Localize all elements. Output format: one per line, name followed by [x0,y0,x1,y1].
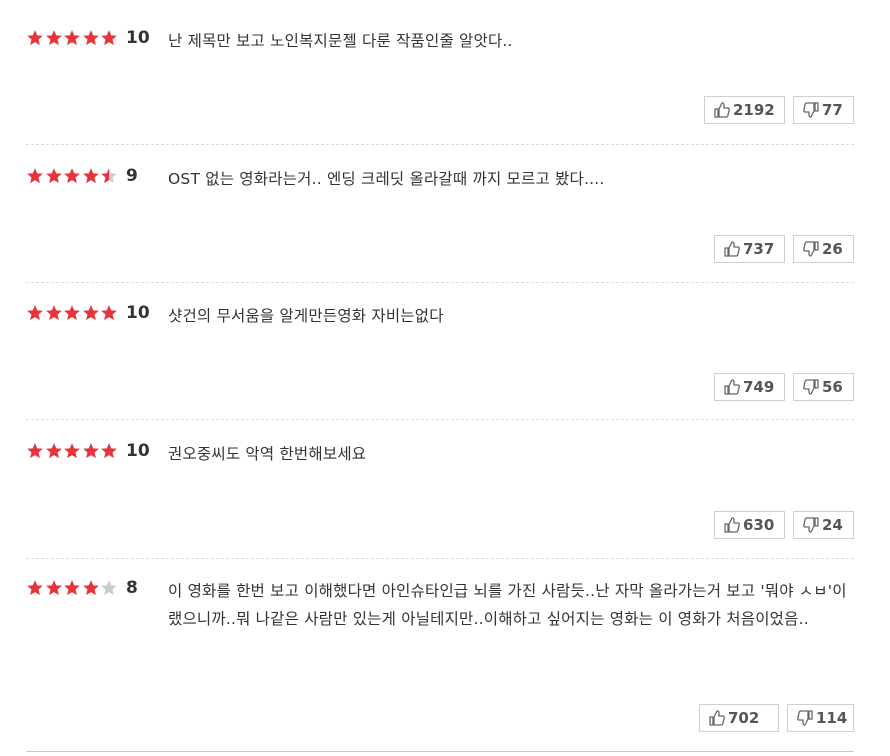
review-item: 10 권오중씨도 악역 한번해보세요 630 24 [26,441,854,559]
star-icon [45,304,63,322]
like-count: 702 [728,709,760,727]
review-text: 난 제목만 보고 노인복지문젤 다룬 작품인줄 알앗다.. [168,32,513,50]
star-icon [63,167,81,185]
like-count: 2192 [733,101,775,119]
review-item: 10 난 제목만 보고 노인복지문젤 다룬 작품인줄 알앗다.. 2192 77 [26,28,854,145]
dislike-count: 77 [822,101,843,119]
review-text: 권오중씨도 악역 한번해보세요 [168,445,367,463]
like-button[interactable]: 702 [699,704,779,732]
star-rating [26,578,119,598]
review-score: 10 [126,303,150,323]
review-item: 9 OST 없는 영화라는거.. 엔딩 크레딧 올라갈때 까지 모르고 봤다..… [26,166,854,283]
like-count: 630 [743,516,775,534]
star-icon [26,579,44,597]
like-count: 749 [743,378,775,396]
star-icon [82,304,100,322]
like-button[interactable]: 749 [714,373,785,401]
review-text: 샷건의 무서움을 알게만든영화 자비는없다 [168,307,444,325]
like-count: 737 [743,240,775,258]
star-icon [45,29,63,47]
star-icon [26,442,44,460]
star-icon [82,579,100,597]
thumbs-down-icon [802,240,820,258]
star-icon [100,167,118,185]
star-icon [82,442,100,460]
dislike-count: 114 [816,709,848,727]
star-icon [82,167,100,185]
star-rating [26,166,119,186]
dislike-button[interactable]: 77 [793,96,854,124]
review-text: OST 없는 영화라는거.. 엔딩 크레딧 올라갈때 까지 모르고 봤다.... [168,170,605,188]
star-icon [26,29,44,47]
like-button[interactable]: 630 [714,511,785,539]
thumbs-up-icon [723,240,741,258]
thumbs-down-icon [802,516,820,534]
star-icon [45,442,63,460]
star-rating [26,303,119,323]
star-icon [63,579,81,597]
dislike-count: 26 [822,240,843,258]
thumbs-up-icon [708,709,726,727]
dislike-button[interactable]: 114 [787,704,854,732]
star-icon [100,579,118,597]
thumbs-down-icon [796,709,814,727]
review-item: 10 샷건의 무서움을 알게만든영화 자비는없다 749 56 [26,303,854,420]
thumbs-up-icon [723,378,741,396]
review-item: 8 이 영화를 한번 보고 이해했다면 아인슈타인급 뇌를 가진 사람듯..난 … [26,578,854,738]
thumbs-down-icon [802,378,820,396]
like-button[interactable]: 2192 [704,96,785,124]
review-text: 이 영화를 한번 보고 이해했다면 아인슈타인급 뇌를 가진 사람듯..난 자막… [168,582,847,628]
star-icon [63,29,81,47]
star-icon [26,167,44,185]
dislike-button[interactable]: 26 [793,235,854,263]
star-icon [45,167,63,185]
review-score: 10 [126,441,150,461]
star-rating [26,441,119,461]
dislike-count: 24 [822,516,843,534]
review-score: 8 [126,578,138,598]
star-icon [100,442,118,460]
thumbs-up-icon [723,516,741,534]
list-bottom-divider [26,751,854,752]
review-score: 10 [126,28,150,48]
star-icon [100,304,118,322]
star-icon [63,442,81,460]
star-icon [100,29,118,47]
thumbs-down-icon [802,101,820,119]
dislike-button[interactable]: 24 [793,511,854,539]
dislike-count: 56 [822,378,843,396]
star-icon [82,29,100,47]
dislike-button[interactable]: 56 [793,373,854,401]
like-button[interactable]: 737 [714,235,785,263]
star-icon [63,304,81,322]
star-rating [26,28,119,48]
review-score: 9 [126,166,138,186]
star-icon [45,579,63,597]
star-icon [26,304,44,322]
thumbs-up-icon [713,101,731,119]
